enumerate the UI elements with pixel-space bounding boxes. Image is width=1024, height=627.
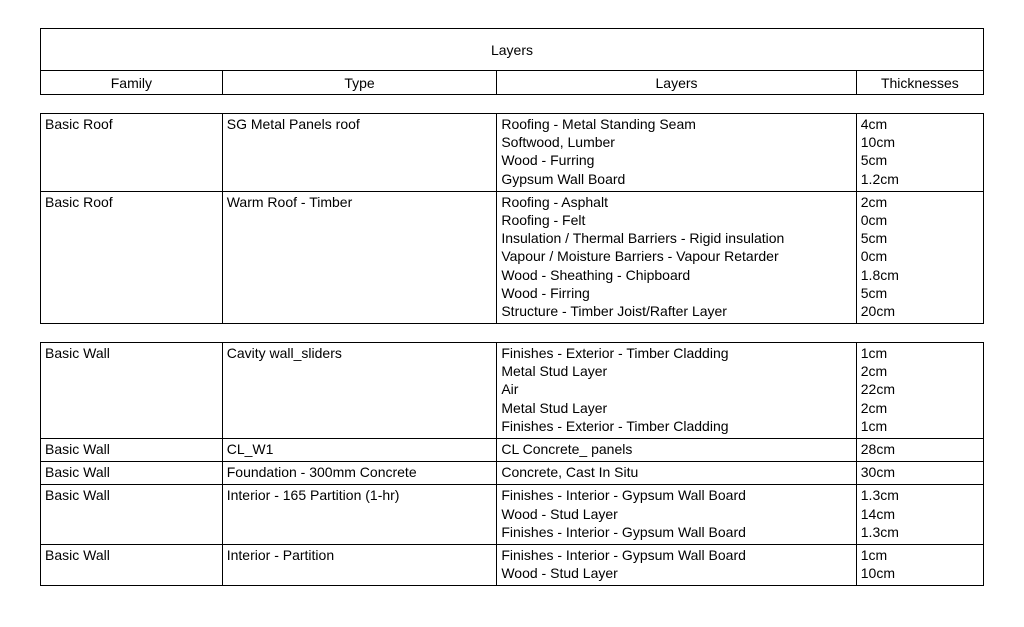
column-header-row: Family Type Layers Thicknesses [41,71,984,95]
table-row: Basic Wall Foundation - 300mm Concrete C… [41,462,984,485]
table-row: Basic Wall Interior - 165 Partition (1-h… [41,485,984,545]
cell-type: Warm Roof - Timber [222,191,497,323]
cell-layers: CL Concrete_ panels [497,439,856,462]
cell-family: Basic Wall [41,439,223,462]
cell-layers: Finishes - Exterior - Timber Cladding Me… [497,343,856,439]
cell-family: Basic Roof [41,114,223,192]
cell-thicknesses: 2cm 0cm 5cm 0cm 1.8cm 5cm 20cm [856,191,983,323]
cell-layers: Finishes - Interior - Gypsum Wall Board … [497,485,856,545]
cell-thicknesses: 1cm 2cm 22cm 2cm 1cm [856,343,983,439]
col-family: Family [41,71,223,95]
wall-group: Basic Wall Cavity wall_sliders Finishes … [40,342,984,586]
cell-type: SG Metal Panels roof [222,114,497,192]
cell-family: Basic Wall [41,544,223,585]
col-layers: Layers [497,71,856,95]
cell-type: Interior - 165 Partition (1-hr) [222,485,497,545]
cell-thicknesses: 1.3cm 14cm 1.3cm [856,485,983,545]
table-row: Basic Roof Warm Roof - Timber Roofing - … [41,191,984,323]
cell-thicknesses: 30cm [856,462,983,485]
cell-thicknesses: 4cm 10cm 5cm 1.2cm [856,114,983,192]
cell-thicknesses: 28cm [856,439,983,462]
cell-type: Interior - Partition [222,544,497,585]
cell-family: Basic Wall [41,485,223,545]
table-row: Basic Wall CL_W1 CL Concrete_ panels 28c… [41,439,984,462]
col-type: Type [222,71,497,95]
cell-layers: Roofing - Asphalt Roofing - Felt Insulat… [497,191,856,323]
cell-thicknesses: 1cm 10cm [856,544,983,585]
cell-layers: Roofing - Metal Standing Seam Softwood, … [497,114,856,192]
schedule-title: Layers [41,29,984,71]
table-row: Basic Roof SG Metal Panels roof Roofing … [41,114,984,192]
cell-layers: Finishes - Interior - Gypsum Wall Board … [497,544,856,585]
table-row: Basic Wall Cavity wall_sliders Finishes … [41,343,984,439]
cell-family: Basic Wall [41,462,223,485]
schedule-header: Layers Family Type Layers Thicknesses [40,28,984,95]
cell-family: Basic Wall [41,343,223,439]
schedule-title-row: Layers [41,29,984,71]
cell-layers: Concrete, Cast In Situ [497,462,856,485]
cell-type: Cavity wall_sliders [222,343,497,439]
cell-family: Basic Roof [41,191,223,323]
cell-type: Foundation - 300mm Concrete [222,462,497,485]
table-row: Basic Wall Interior - Partition Finishes… [41,544,984,585]
cell-type: CL_W1 [222,439,497,462]
col-thicknesses: Thicknesses [856,71,983,95]
roof-group: Basic Roof SG Metal Panels roof Roofing … [40,113,984,324]
